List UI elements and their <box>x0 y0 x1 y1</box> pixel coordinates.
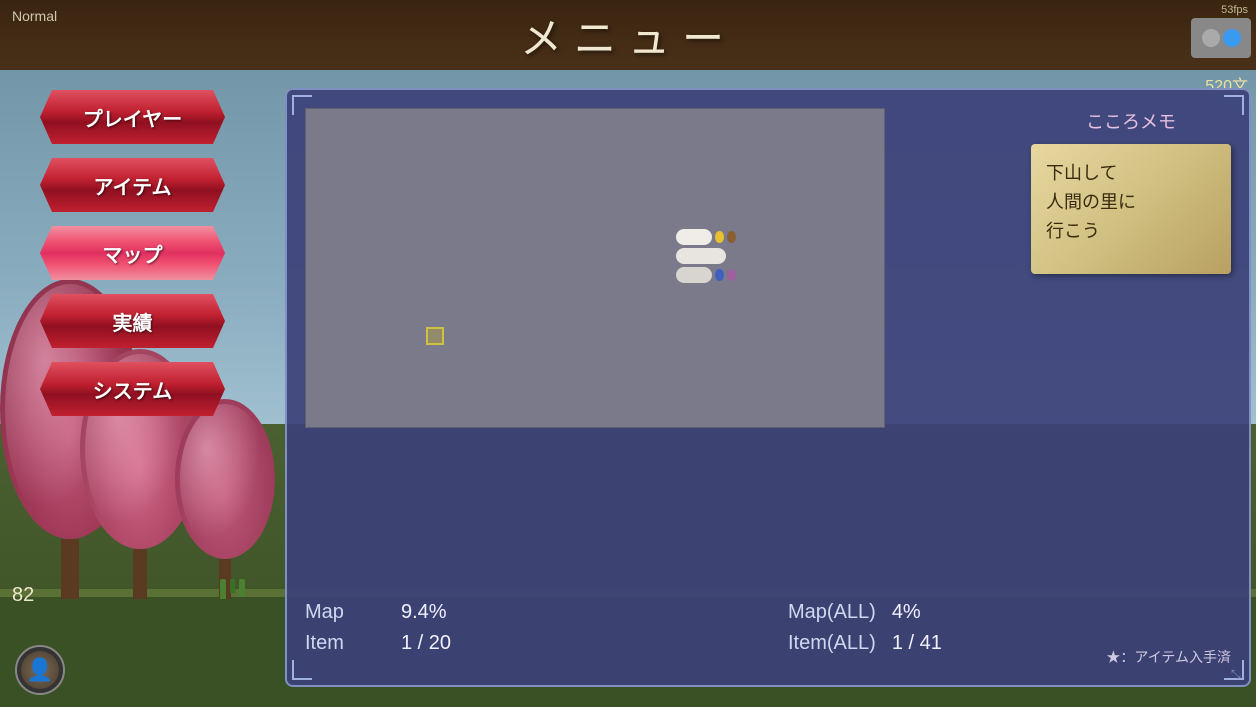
fps-circle-2 <box>1223 29 1241 47</box>
difficulty-label: Normal <box>12 8 57 24</box>
map-display <box>305 108 885 428</box>
item-stat-row: Item 1 / 20 <box>305 632 748 655</box>
item-stat-label: Item <box>305 632 385 655</box>
player-button[interactable]: プレイヤー <box>40 90 225 144</box>
avatar-image <box>21 651 59 689</box>
player-avatar <box>15 645 65 695</box>
map-stat-row: Map 9.4% <box>305 601 748 624</box>
tree-3 <box>175 399 275 599</box>
item-all-stat-value: 1 / 41 <box>892 632 942 655</box>
item-stat-value: 1 / 20 <box>401 632 451 655</box>
resize-handle[interactable]: ⤡ <box>1231 667 1245 681</box>
top-bar: Normal メニュー 53fps <box>0 0 1256 70</box>
kokoro-note-text: 下山して人間の里に行こう <box>1046 159 1216 245</box>
character-sprite <box>676 229 736 286</box>
achievement-button[interactable]: 実績 <box>40 294 225 348</box>
dot-brown <box>727 231 736 243</box>
dot-yellow <box>715 231 724 243</box>
left-number: 82 <box>12 584 34 607</box>
kokoro-memo-panel: こころメモ 下山して人間の里に行こう <box>1031 108 1231 274</box>
item-all-stat-label: Item(ALL) <box>788 632 876 655</box>
left-nav: プレイヤー アイテム マップ 実績 システム <box>40 90 225 416</box>
item-button[interactable]: アイテム <box>40 158 225 212</box>
map-button[interactable]: マップ <box>40 226 225 280</box>
ground-plants <box>220 579 245 599</box>
main-panel: こころメモ 下山して人間の里に行こう ★：アイテム入手済 Map 9.4% Ma… <box>285 88 1251 687</box>
map-all-stat-label: Map(ALL) <box>788 601 876 624</box>
dot-purple <box>727 269 736 281</box>
fps-circle-1 <box>1202 29 1220 47</box>
corner-decoration-bl <box>292 660 312 680</box>
system-button[interactable]: システム <box>40 362 225 416</box>
map-all-stat-value: 4% <box>892 601 921 624</box>
fps-icon <box>1191 18 1251 58</box>
item-all-stat-row: Item(ALL) 1 / 41 <box>788 632 1231 655</box>
map-stat-value: 9.4% <box>401 601 447 624</box>
fps-label: 53fps <box>1221 4 1248 16</box>
dot-blue <box>715 269 724 281</box>
stats-section: Map 9.4% Map(ALL) 4% Item 1 / 20 Item(AL… <box>305 601 1231 655</box>
map-position-marker <box>426 327 444 345</box>
map-all-stat-row: Map(ALL) 4% <box>788 601 1231 624</box>
kokoro-memo-title: こころメモ <box>1031 108 1231 134</box>
kokoro-note: 下山して人間の里に行こう <box>1031 144 1231 274</box>
stats-grid: Map 9.4% Map(ALL) 4% Item 1 / 20 Item(AL… <box>305 601 1231 655</box>
menu-title: メニュー <box>520 5 736 66</box>
map-stat-label: Map <box>305 601 385 624</box>
